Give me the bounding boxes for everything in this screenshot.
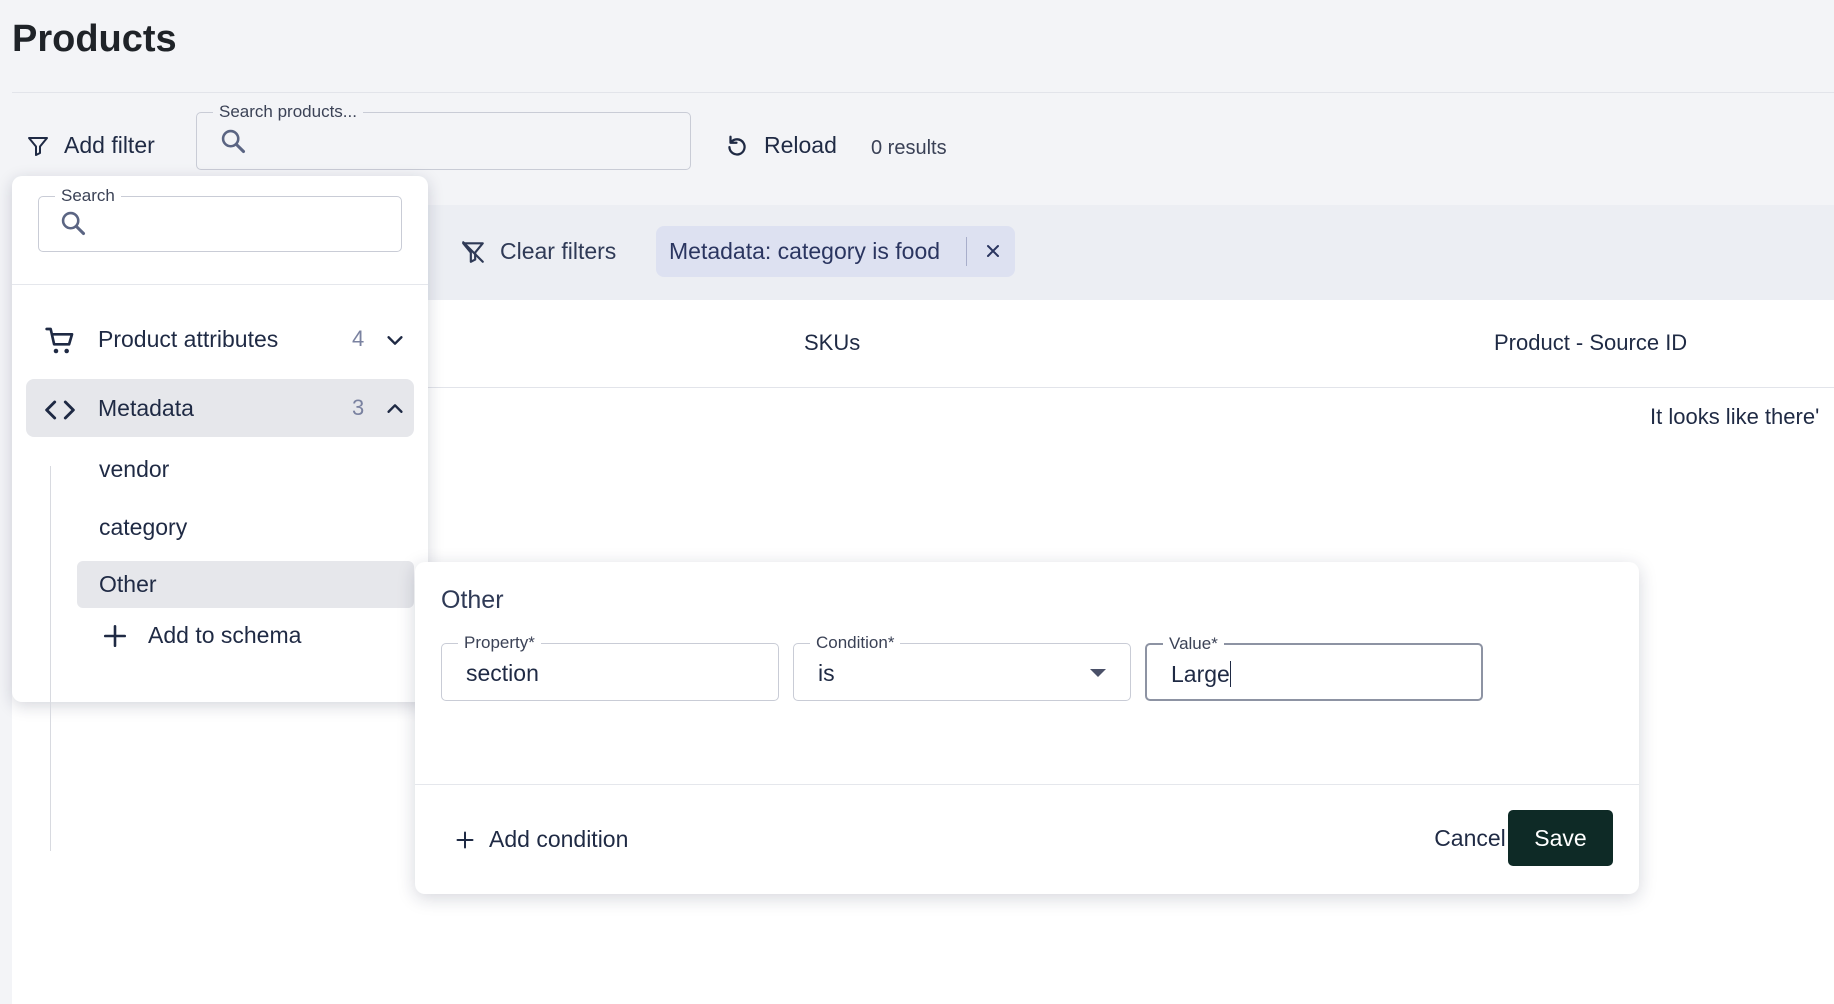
- reload-label: Reload: [764, 132, 837, 158]
- add-to-schema-label: Add to schema: [148, 622, 302, 648]
- code-icon: [44, 394, 76, 426]
- search-products-legend: Search products...: [213, 102, 363, 122]
- header-divider: [12, 92, 1834, 93]
- condition-select[interactable]: Condition* is: [793, 633, 1131, 701]
- value-text: Large: [1171, 661, 1230, 687]
- filter-search-legend: Search: [55, 186, 121, 206]
- tree-guide-line: [50, 466, 51, 851]
- chip-divider: [966, 237, 967, 266]
- group-count: 4: [352, 326, 365, 351]
- group-metadata[interactable]: Metadata 3: [26, 379, 414, 437]
- metadata-item-vendor[interactable]: vendor: [77, 446, 414, 493]
- chevron-down-icon: [384, 329, 406, 351]
- empty-state-message: It looks like there': [1650, 404, 1820, 429]
- property-legend: Property*: [458, 633, 541, 653]
- filter-off-icon: [460, 239, 486, 265]
- add-filter-button[interactable]: Add filter: [26, 132, 155, 159]
- table-header-divider: [428, 387, 1834, 388]
- add-to-schema-button[interactable]: Add to schema: [102, 622, 301, 649]
- add-condition-label: Add condition: [489, 826, 629, 852]
- group-product-attributes[interactable]: Product attributes 4: [26, 310, 414, 368]
- text-cursor: [1229, 661, 1232, 687]
- filter-chip-label: Metadata: category is food: [669, 238, 941, 264]
- value-field[interactable]: Value* Large: [1145, 634, 1483, 701]
- property-value: section: [466, 660, 539, 686]
- page-title: Products: [12, 18, 177, 60]
- cart-icon: [44, 325, 76, 357]
- dropdown-divider: [12, 284, 428, 285]
- metadata-item-other[interactable]: Other: [77, 561, 414, 608]
- results-count: 0 results: [871, 137, 947, 159]
- chevron-up-icon: [384, 398, 406, 420]
- clear-filters-label: Clear filters: [500, 238, 617, 264]
- filter-search-input[interactable]: Search: [38, 186, 402, 252]
- filter-icon: [26, 134, 50, 158]
- panel-divider: [415, 784, 1639, 785]
- condition-panel: Other Property* section Condition* is Va…: [415, 562, 1639, 894]
- condition-legend: Condition*: [810, 633, 901, 653]
- panel-title: Other: [441, 586, 504, 614]
- clear-filters-button[interactable]: Clear filters: [460, 238, 616, 265]
- close-icon[interactable]: [978, 236, 1008, 266]
- dropdown-caret-icon: [1090, 669, 1106, 677]
- group-label: Metadata: [98, 395, 194, 421]
- plus-icon: [455, 830, 475, 850]
- filter-chip[interactable]: Metadata: category is food: [656, 226, 1015, 277]
- active-filters-bar: [428, 205, 1834, 300]
- value-legend: Value*: [1163, 634, 1224, 654]
- search-icon: [219, 127, 247, 155]
- condition-value: is: [818, 660, 835, 686]
- save-button[interactable]: Save: [1508, 810, 1613, 866]
- value-input-wrap: Large: [1171, 661, 1232, 688]
- plus-icon: [102, 623, 128, 649]
- group-count: 3: [352, 395, 365, 420]
- group-label: Product attributes: [98, 326, 279, 352]
- filter-dropdown: Search Product attributes 4 Metadata 3 v…: [12, 176, 428, 851]
- reload-icon: [724, 133, 750, 159]
- metadata-item-category[interactable]: category: [77, 504, 414, 551]
- property-field[interactable]: Property* section: [441, 633, 779, 701]
- column-header-skus[interactable]: SKUs: [804, 330, 860, 356]
- search-products-input[interactable]: Search products...: [196, 102, 691, 170]
- search-icon: [59, 209, 87, 237]
- add-condition-button[interactable]: Add condition: [455, 826, 628, 853]
- add-filter-label: Add filter: [64, 132, 155, 158]
- column-header-source-id[interactable]: Product - Source ID: [1494, 330, 1687, 356]
- reload-button[interactable]: Reload: [724, 132, 837, 159]
